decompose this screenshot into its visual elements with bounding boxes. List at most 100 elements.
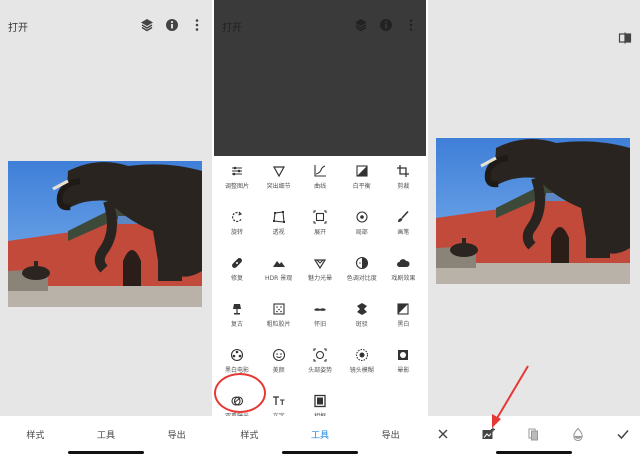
close-icon[interactable]	[436, 426, 450, 440]
tool-brush[interactable]: 画笔	[383, 206, 423, 246]
selective-target-icon	[356, 211, 368, 223]
head-pose-icon	[313, 348, 327, 362]
tool-grunge[interactable]: 斑驳	[342, 298, 382, 338]
bottom-nav: 样式 工具 导出	[0, 416, 212, 458]
double-exposure-toolbar	[428, 426, 640, 446]
tool-label: 修复	[230, 275, 243, 282]
home-indicator	[282, 451, 358, 454]
info-icon[interactable]	[379, 17, 393, 31]
vignette-icon	[398, 350, 409, 360]
expand-icon	[313, 210, 327, 224]
top-bar: 打开	[214, 0, 426, 52]
compare-icon[interactable]	[618, 30, 632, 44]
more-vertical-icon[interactable]	[404, 17, 418, 31]
tool-details-triangle[interactable]: 突出细节	[259, 160, 299, 200]
crop-icon	[397, 165, 410, 177]
vintage-lamp-icon	[233, 304, 241, 315]
opacity-drop-icon[interactable]	[571, 426, 585, 442]
highlight-circle-annotation	[214, 373, 266, 413]
tune-sliders-icon	[232, 166, 242, 176]
tool-head-pose[interactable]: 头部姿势	[300, 344, 340, 384]
white-balance-icon	[356, 165, 368, 177]
frame-icon	[314, 394, 326, 408]
tool-selective-target[interactable]: 局部	[342, 206, 382, 246]
tool-label: 剪裁	[397, 183, 410, 190]
tool-label: 调整图片	[224, 183, 249, 190]
tool-label: 色调对比度	[346, 275, 377, 282]
tool-black-white[interactable]: 黑白	[383, 298, 423, 338]
tool-label: 戏剧效果	[391, 275, 416, 282]
tool-glamour-glow[interactable]: 魅力光晕	[300, 252, 340, 292]
grunge-icon	[356, 303, 367, 315]
tab-styles[interactable]: 样式	[219, 428, 279, 441]
tool-label: 粗粒胶片	[266, 321, 291, 328]
info-icon[interactable]	[165, 17, 179, 31]
tool-label: 镜头模糊	[349, 367, 374, 374]
tool-vintage-lamp[interactable]: 复古	[217, 298, 257, 338]
face-glamour-icon	[272, 348, 285, 362]
main-screen: 打开 样式 工具 导出	[0, 0, 212, 458]
tonal-contrast-icon	[355, 256, 368, 270]
tool-label: 斑驳	[355, 321, 368, 328]
lens-blur-icon	[355, 348, 368, 362]
tool-grainy-film[interactable]: 粗粒胶片	[259, 298, 299, 338]
tool-label: 画笔	[397, 229, 410, 236]
healing-bandage-icon	[232, 258, 242, 268]
tab-tools[interactable]: 工具	[76, 428, 136, 441]
open-button[interactable]: 打开	[222, 19, 242, 34]
tool-label: 美颜	[272, 367, 285, 374]
home-indicator	[68, 451, 144, 454]
tool-curves[interactable]: 曲线	[300, 160, 340, 200]
tool-label: 复古	[230, 321, 243, 328]
bottom-nav: 样式 工具 导出	[214, 416, 426, 458]
tool-label: 白平衡	[352, 183, 371, 190]
brush-icon	[398, 210, 409, 222]
tool-white-balance[interactable]: 白平衡	[342, 160, 382, 200]
tool-tune-sliders[interactable]: 调整图片	[217, 160, 257, 200]
tool-expand[interactable]: 展开	[300, 206, 340, 246]
tools-screen: 打开 调整图片 突出细节 曲线 白平衡 剪裁旋转 透视 展开 局部 画笔修复 HDR 景观 魅力光晕…	[214, 0, 426, 458]
tool-label: 怀旧	[314, 321, 327, 328]
top-bar: 打开	[0, 0, 212, 52]
tab-export[interactable]: 导出	[147, 428, 207, 441]
tool-face-glamour[interactable]: 美颜	[259, 344, 299, 384]
double-exposure-screen	[428, 0, 640, 458]
photo-elephant-statue	[8, 161, 202, 307]
tool-retrolux-mustache[interactable]: 怀旧	[300, 298, 340, 338]
glamour-glow-icon	[314, 259, 327, 270]
black-white-icon	[397, 303, 409, 315]
tool-lens-blur[interactable]: 镜头模糊	[342, 344, 382, 384]
photo-elephant-statue	[436, 138, 630, 284]
tool-healing-bandage[interactable]: 修复	[217, 252, 257, 292]
tab-tools[interactable]: 工具	[290, 428, 350, 441]
tool-hdr-mountain[interactable]: HDR 景观	[259, 252, 299, 292]
tool-label: 头部姿势	[308, 367, 333, 374]
tool-tonal-contrast[interactable]: 色调对比度	[342, 252, 382, 292]
tool-drama-cloud[interactable]: 戏剧效果	[383, 252, 423, 292]
layers-stack-icon[interactable]	[354, 17, 368, 32]
tool-label: HDR 景观	[264, 275, 293, 282]
tool-label: 透视	[272, 229, 285, 236]
tool-label: 展开	[314, 229, 327, 236]
open-button[interactable]: 打开	[8, 19, 28, 34]
tool-label: 突出细节	[266, 183, 291, 190]
more-vertical-icon[interactable]	[190, 17, 204, 31]
tool-crop[interactable]: 剪裁	[383, 160, 423, 200]
tool-perspective[interactable]: 透视	[259, 206, 299, 246]
check-icon[interactable]	[616, 426, 630, 440]
tab-styles[interactable]: 样式	[5, 428, 65, 441]
grainy-film-icon	[273, 303, 285, 315]
tab-export[interactable]: 导出	[361, 428, 421, 441]
tool-label: 曲线	[314, 183, 327, 190]
text-tt-icon	[272, 396, 285, 405]
tool-label: 魅力光晕	[308, 275, 333, 282]
tool-rotate[interactable]: 旋转	[217, 206, 257, 246]
curves-icon	[314, 165, 327, 177]
noir-film-reel-icon	[230, 348, 244, 362]
add-image-icon[interactable]	[481, 426, 495, 440]
details-triangle-icon	[272, 166, 285, 178]
rotate-icon	[232, 211, 243, 222]
blend-mode-icon[interactable]	[526, 426, 540, 441]
tool-vignette[interactable]: 晕影	[383, 344, 423, 384]
layers-stack-icon[interactable]	[140, 17, 154, 32]
